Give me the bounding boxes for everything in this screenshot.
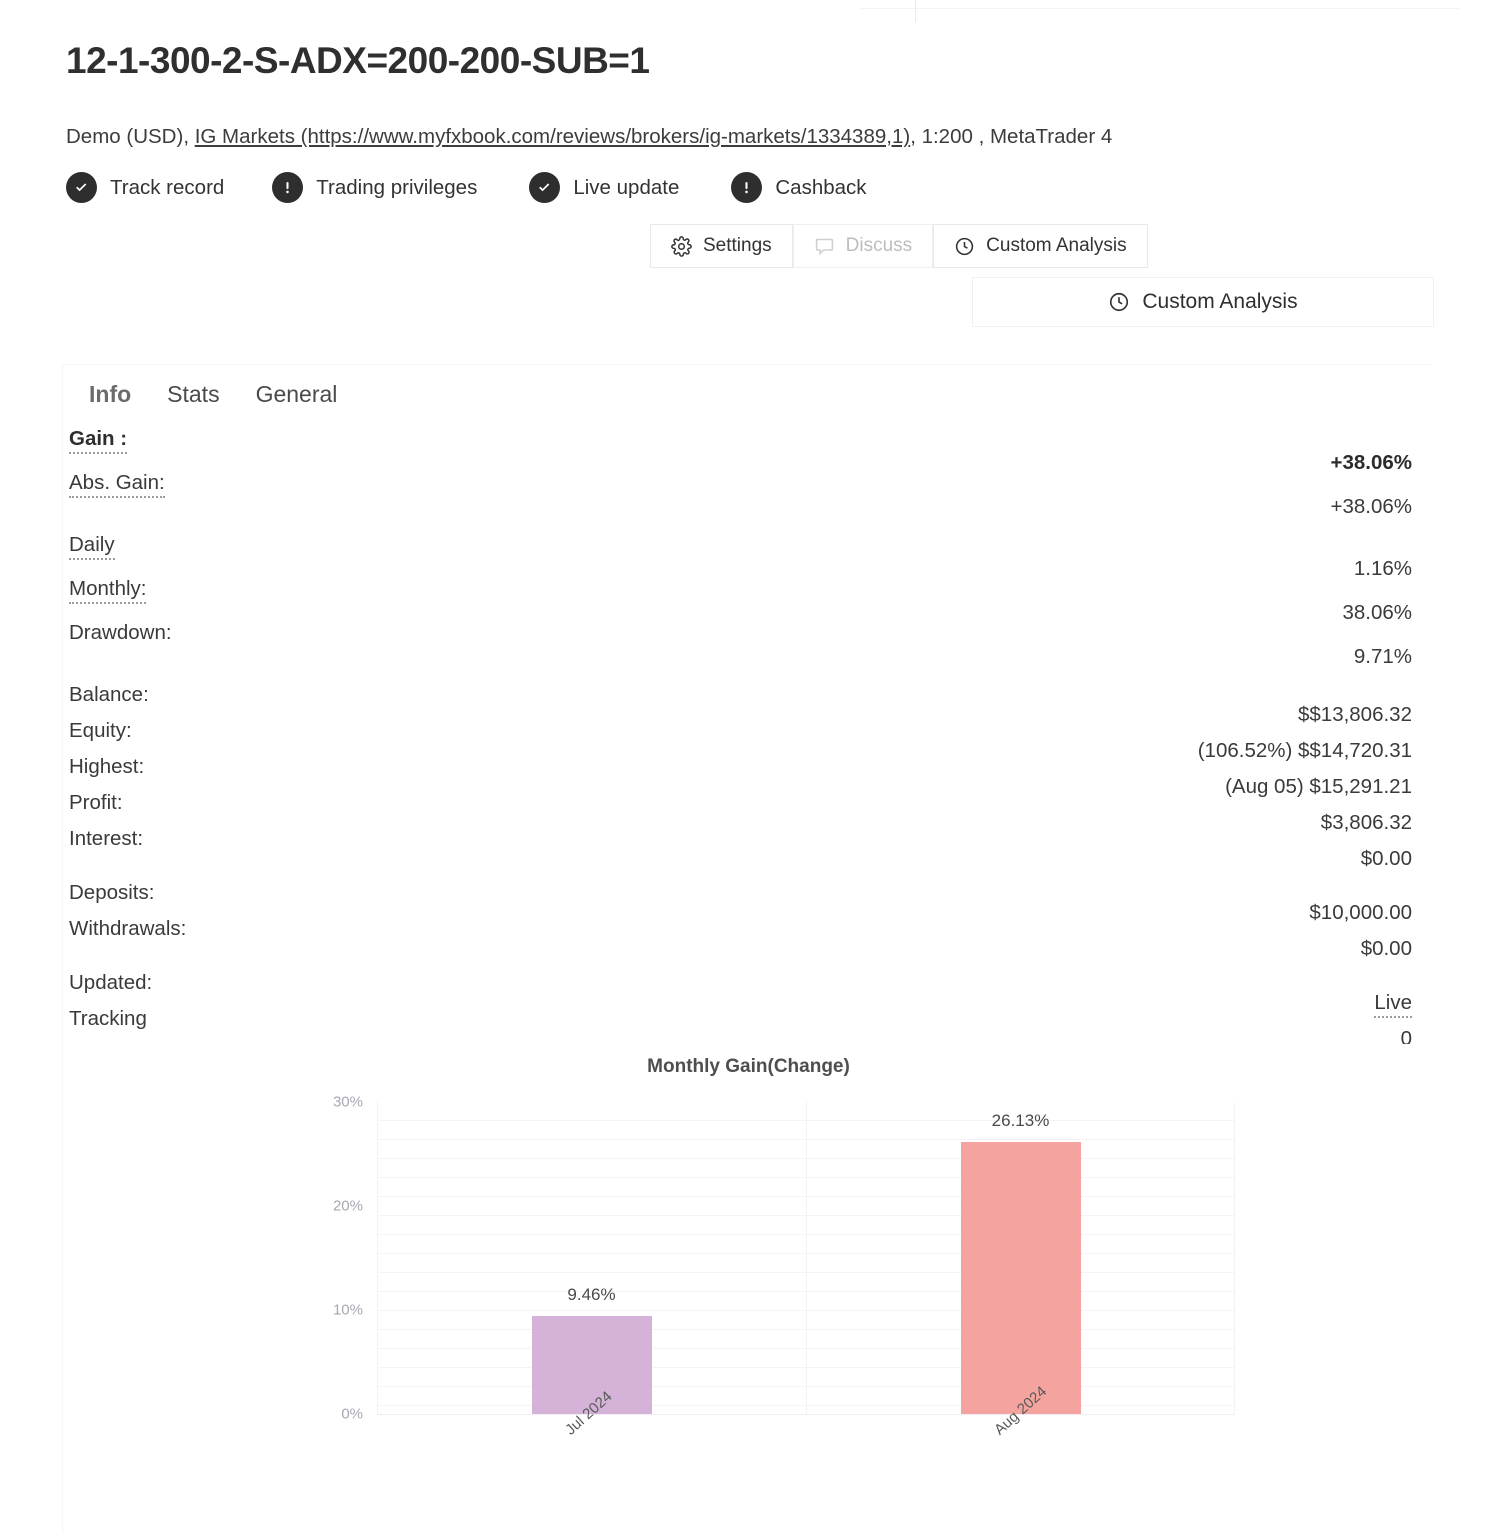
custom-analysis-dropdown-label: Custom Analysis bbox=[1142, 290, 1298, 313]
chart-y-tick-label: 30% bbox=[332, 1093, 363, 1111]
action-button-row: Settings Discuss Custom Analysis bbox=[650, 224, 1148, 268]
tab-stats[interactable]: Stats bbox=[167, 381, 219, 408]
account-info-card: Info Stats General Gain : +38.06% Abs. G… bbox=[62, 364, 1434, 1050]
badge-trading-privileges: Trading privileges bbox=[272, 172, 477, 203]
stat-row-deposits: Deposits: $10,000.00 bbox=[63, 881, 1434, 924]
monthly-gain-chart-card: Monthly Gain(Change) 0% 10% 20% 30% 9.46% 26… bbox=[62, 1044, 1434, 1536]
chart-gridlines bbox=[377, 1102, 1235, 1414]
chart-title: Monthly Gain(Change) bbox=[647, 1056, 850, 1077]
stat-label: Highest: bbox=[69, 755, 145, 778]
stat-label: Tracking bbox=[69, 1007, 147, 1030]
stat-row-gain: Gain : +38.06% bbox=[63, 427, 1434, 474]
check-circle-icon bbox=[529, 172, 561, 203]
stat-group-divider bbox=[63, 863, 1434, 881]
chart-category-divider bbox=[806, 1102, 807, 1414]
gear-icon bbox=[671, 235, 692, 257]
stat-group-divider bbox=[63, 515, 1434, 533]
stat-row-withdrawals: Withdrawals: $0.00 bbox=[63, 917, 1434, 960]
chat-bubble-icon bbox=[814, 236, 835, 257]
chart-bar-value-label: 26.13% bbox=[991, 1111, 1050, 1131]
clock-icon bbox=[954, 236, 975, 257]
stat-value: 9.71% bbox=[1353, 645, 1412, 668]
badge-track-record: Track record bbox=[66, 172, 224, 203]
stat-row-interest: Interest: $0.00 bbox=[63, 827, 1434, 870]
chart-plot-area: 0% 10% 20% 30% 9.46% 26.13% Jul 2024 Aug 2024 bbox=[315, 1094, 1235, 1458]
stat-group-divider bbox=[63, 953, 1434, 971]
stat-label[interactable]: Monthly: bbox=[69, 577, 147, 604]
stat-row-daily: Daily 1.16% bbox=[63, 533, 1434, 580]
stat-row-monthly: Monthly: 38.06% bbox=[63, 577, 1434, 624]
chart-bar-value-label: 9.46% bbox=[567, 1284, 616, 1304]
stat-row-balance: Balance: $$13,806.32 bbox=[63, 683, 1434, 726]
chart-bar[interactable] bbox=[960, 1142, 1081, 1414]
exclamation-circle-icon bbox=[272, 172, 304, 203]
badge-cashback: Cashback bbox=[731, 172, 867, 203]
stat-label[interactable]: Abs. Gain: bbox=[69, 471, 165, 498]
chart-y-tick-label: 20% bbox=[332, 1197, 363, 1215]
settings-button-label: Settings bbox=[703, 235, 772, 256]
badge-live-update: Live update bbox=[529, 172, 679, 203]
page-root: 12-1-300-2-S-ADX=200-200-SUB=1 Demo (USD… bbox=[0, 0, 1509, 1536]
stat-value: $0.00 bbox=[1360, 847, 1412, 870]
custom-analysis-button-label: Custom Analysis bbox=[986, 235, 1127, 256]
account-subtitle: Demo (USD), IG Markets (https://www.myfx… bbox=[66, 125, 1112, 149]
subtitle-prefix: Demo (USD), bbox=[66, 125, 195, 148]
stat-row-updated: Updated: Live bbox=[63, 971, 1434, 1018]
stat-row-tracking: Tracking 0 bbox=[63, 1007, 1434, 1050]
stat-label: Interest: bbox=[69, 827, 144, 850]
stat-label: Updated: bbox=[69, 971, 153, 994]
chart-bar-group: 9.46% bbox=[531, 1284, 652, 1414]
discuss-button: Discuss bbox=[792, 224, 934, 268]
custom-analysis-button[interactable]: Custom Analysis bbox=[933, 224, 1148, 268]
badge-label: Trading privileges bbox=[316, 175, 478, 199]
broker-link[interactable]: IG Markets (https://www.myfxbook.com/rev… bbox=[195, 125, 910, 148]
badge-label: Cashback bbox=[775, 175, 867, 199]
stat-label: Profit: bbox=[69, 791, 123, 814]
stat-label: Drawdown: bbox=[69, 621, 172, 644]
page-title: 12-1-300-2-S-ADX=200-200-SUB=1 bbox=[66, 40, 650, 81]
check-circle-icon bbox=[66, 172, 97, 203]
stat-group-divider bbox=[63, 665, 1434, 683]
stat-label: Deposits: bbox=[69, 881, 155, 904]
chart-y-tick-label: 10% bbox=[332, 1301, 363, 1319]
stat-row-profit: Profit: $3,806.32 bbox=[63, 791, 1434, 834]
chart-y-tick-label: 0% bbox=[341, 1405, 363, 1423]
clock-icon bbox=[1108, 291, 1130, 313]
settings-button[interactable]: Settings bbox=[650, 224, 793, 268]
stat-row-drawdown: Drawdown: 9.71% bbox=[63, 621, 1434, 668]
stat-row-abs-gain: Abs. Gain: +38.06% bbox=[63, 471, 1434, 518]
stat-label[interactable]: Daily bbox=[69, 533, 115, 560]
stat-value: $0.00 bbox=[1360, 937, 1412, 960]
exclamation-circle-icon bbox=[731, 172, 763, 203]
chart-bar-group: 26.13% bbox=[960, 1111, 1081, 1414]
badge-row: Track record Trading privileges Live upd… bbox=[66, 172, 867, 203]
tab-bar: Info Stats General bbox=[89, 381, 337, 408]
stat-value: +38.06% bbox=[1330, 495, 1413, 518]
badge-label: Track record bbox=[110, 175, 225, 199]
stats-list: Gain : +38.06% Abs. Gain: +38.06% Daily … bbox=[63, 427, 1434, 1050]
stat-row-equity: Equity: (106.52%) $$14,720.31 bbox=[63, 719, 1434, 762]
tab-general[interactable]: General bbox=[256, 381, 338, 408]
subtitle-suffix: , 1:200 , MetaTrader 4 bbox=[910, 125, 1113, 148]
stat-label: Withdrawals: bbox=[69, 917, 187, 940]
custom-analysis-dropdown-item[interactable]: Custom Analysis bbox=[972, 277, 1434, 327]
tab-info[interactable]: Info bbox=[89, 381, 131, 408]
stat-row-highest: Highest: (Aug 05) $15,291.21 bbox=[63, 755, 1434, 798]
stat-label: Balance: bbox=[69, 683, 149, 706]
scan-artifact-tick bbox=[915, 0, 916, 22]
badge-label: Live update bbox=[573, 175, 680, 199]
chart-x-axis bbox=[377, 1414, 1235, 1415]
scan-artifact-line bbox=[860, 8, 1460, 9]
stat-label[interactable]: Gain : bbox=[69, 427, 128, 454]
discuss-button-label: Discuss bbox=[845, 235, 913, 256]
stat-label: Equity: bbox=[69, 719, 132, 742]
